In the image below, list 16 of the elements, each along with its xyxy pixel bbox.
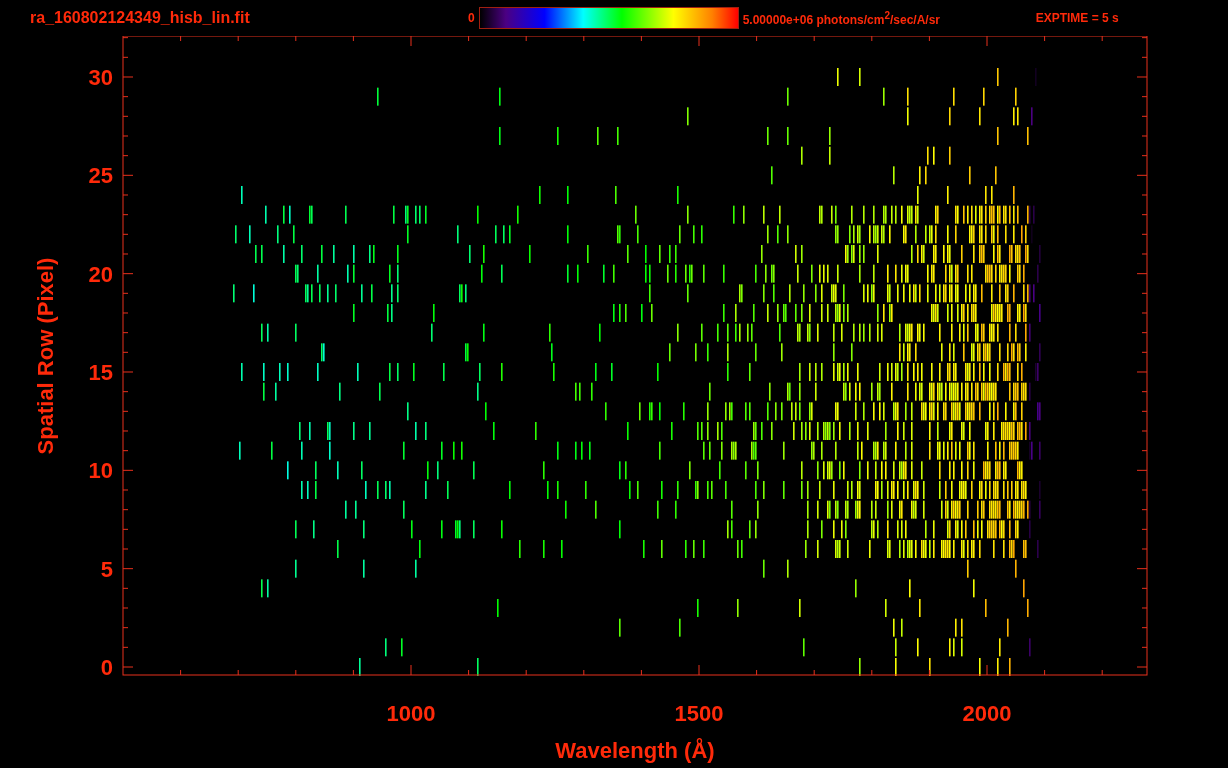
x-tick-label: 1000 [386,701,436,726]
x-tick-label: 1500 [674,701,724,726]
y-tick-label: 5 [100,556,113,582]
exposure-time: EXPTIME = 5 s [1035,11,1119,25]
colorbar-max-label: 5.00000e+06 photons/cm$^{2}$/sec/A/sr [742,9,942,27]
y-tick-label: 30 [88,65,113,90]
file-name: ra_160802124349_hisb_lin.fit [30,9,251,27]
y-tick-label: 10 [88,458,113,484]
y-tick-label: 0 [100,655,113,680]
y-tick-label: 15 [88,360,113,385]
y-axis-title: Spatial Row (Pixel) [33,257,58,455]
x-tick-label: 2000 [962,701,1012,726]
x-axis-title: Wavelength (Å) [555,738,715,763]
colorbar-min-label: 0 [468,11,475,25]
y-tick-label: 20 [88,261,113,287]
y-tick-label: 25 [88,163,113,189]
